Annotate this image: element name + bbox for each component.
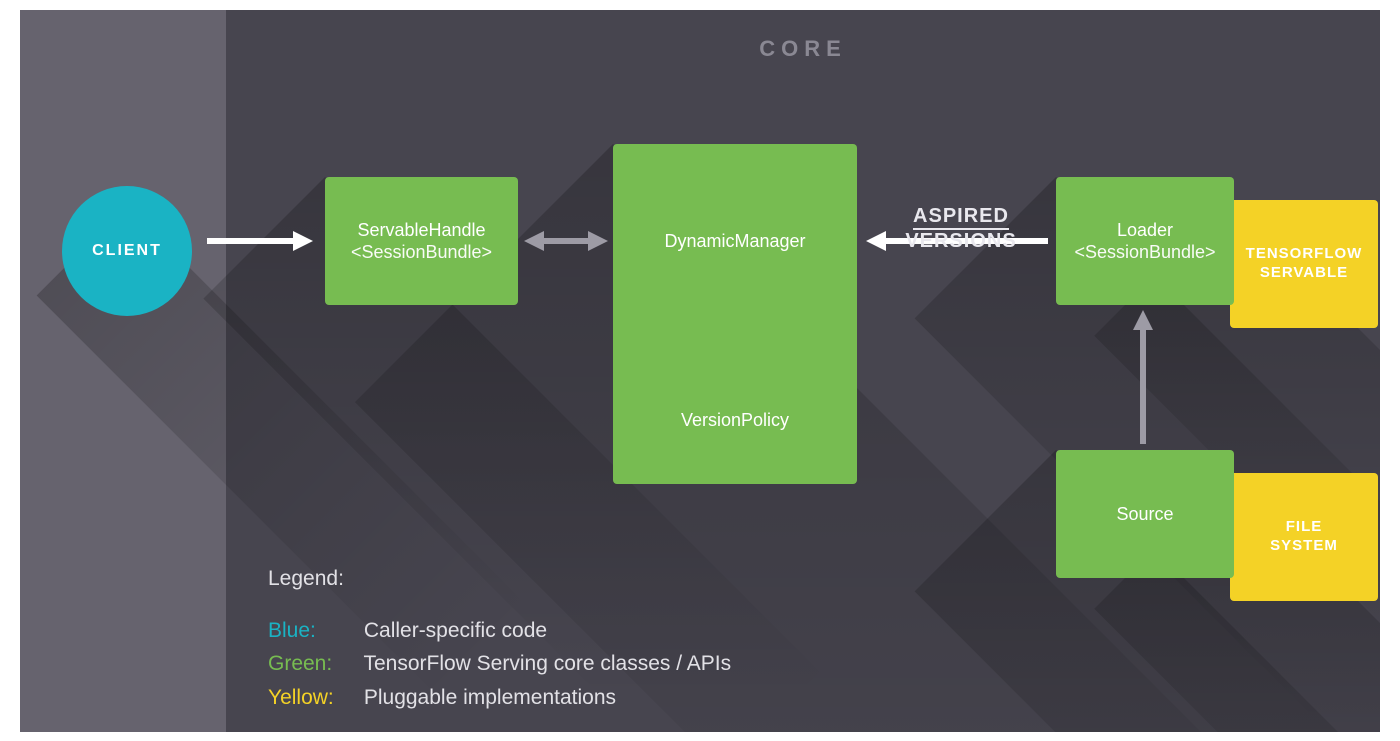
client-node: CLIENT [62,186,192,316]
client-node-wrap: CLIENT [62,186,192,316]
tensorflow-servable-node: TENSORFLOW SERVABLE [1230,200,1378,328]
source-node: Source [1056,450,1234,578]
file-system-line2: SYSTEM [1270,537,1338,556]
dynamic-manager-label: DynamicManager [664,230,805,253]
legend-row-green: Green: TensorFlow Serving core classes /… [268,647,731,681]
arrow-client-to-servable [205,228,315,254]
source-label: Source [1116,503,1173,526]
servable-handle-line2: <SessionBundle> [351,241,492,264]
arrow-servable-dynamic-bidir [524,228,608,254]
version-policy-node: VersionPolicy [629,372,841,468]
client-label: CLIENT [92,242,162,260]
aspired-line2: VERSIONS [905,230,1016,252]
aspired-line1: ASPIRED [913,205,1009,230]
loader-line2: <SessionBundle> [1074,241,1215,264]
legend: Legend: Blue: Caller-specific code Green… [268,562,731,714]
legend-row-blue: Blue: Caller-specific code [268,614,731,648]
loader-line1: Loader [1117,219,1173,242]
legend-blue-key: Blue: [268,614,358,648]
legend-yellow-key: Yellow: [268,681,358,715]
servable-handle-node: ServableHandle <SessionBundle> [325,177,518,305]
loader-node: Loader <SessionBundle> [1056,177,1234,305]
version-policy-label: VersionPolicy [681,409,789,432]
legend-blue-val: Caller-specific code [364,619,547,642]
file-system-node: FILE SYSTEM [1230,473,1378,601]
diagram-canvas: CORE CLIENT ServableHandle <SessionBundl… [20,10,1380,732]
servable-handle-line1: ServableHandle [357,219,485,242]
file-system-line1: FILE [1286,518,1323,537]
dynamic-manager-node: DynamicManager VersionPolicy [613,144,857,484]
legend-title: Legend: [268,562,731,596]
arrow-source-to-loader [1130,310,1156,446]
tensorflow-servable-line2: SERVABLE [1260,264,1348,283]
core-title: CORE [226,36,1380,62]
legend-yellow-val: Pluggable implementations [364,686,616,709]
aspired-versions-label: ASPIRED VERSIONS [878,204,1044,254]
legend-row-yellow: Yellow: Pluggable implementations [268,681,731,715]
legend-green-val: TensorFlow Serving core classes / APIs [363,652,731,675]
legend-green-key: Green: [268,647,358,681]
tensorflow-servable-line1: TENSORFLOW [1246,245,1363,264]
